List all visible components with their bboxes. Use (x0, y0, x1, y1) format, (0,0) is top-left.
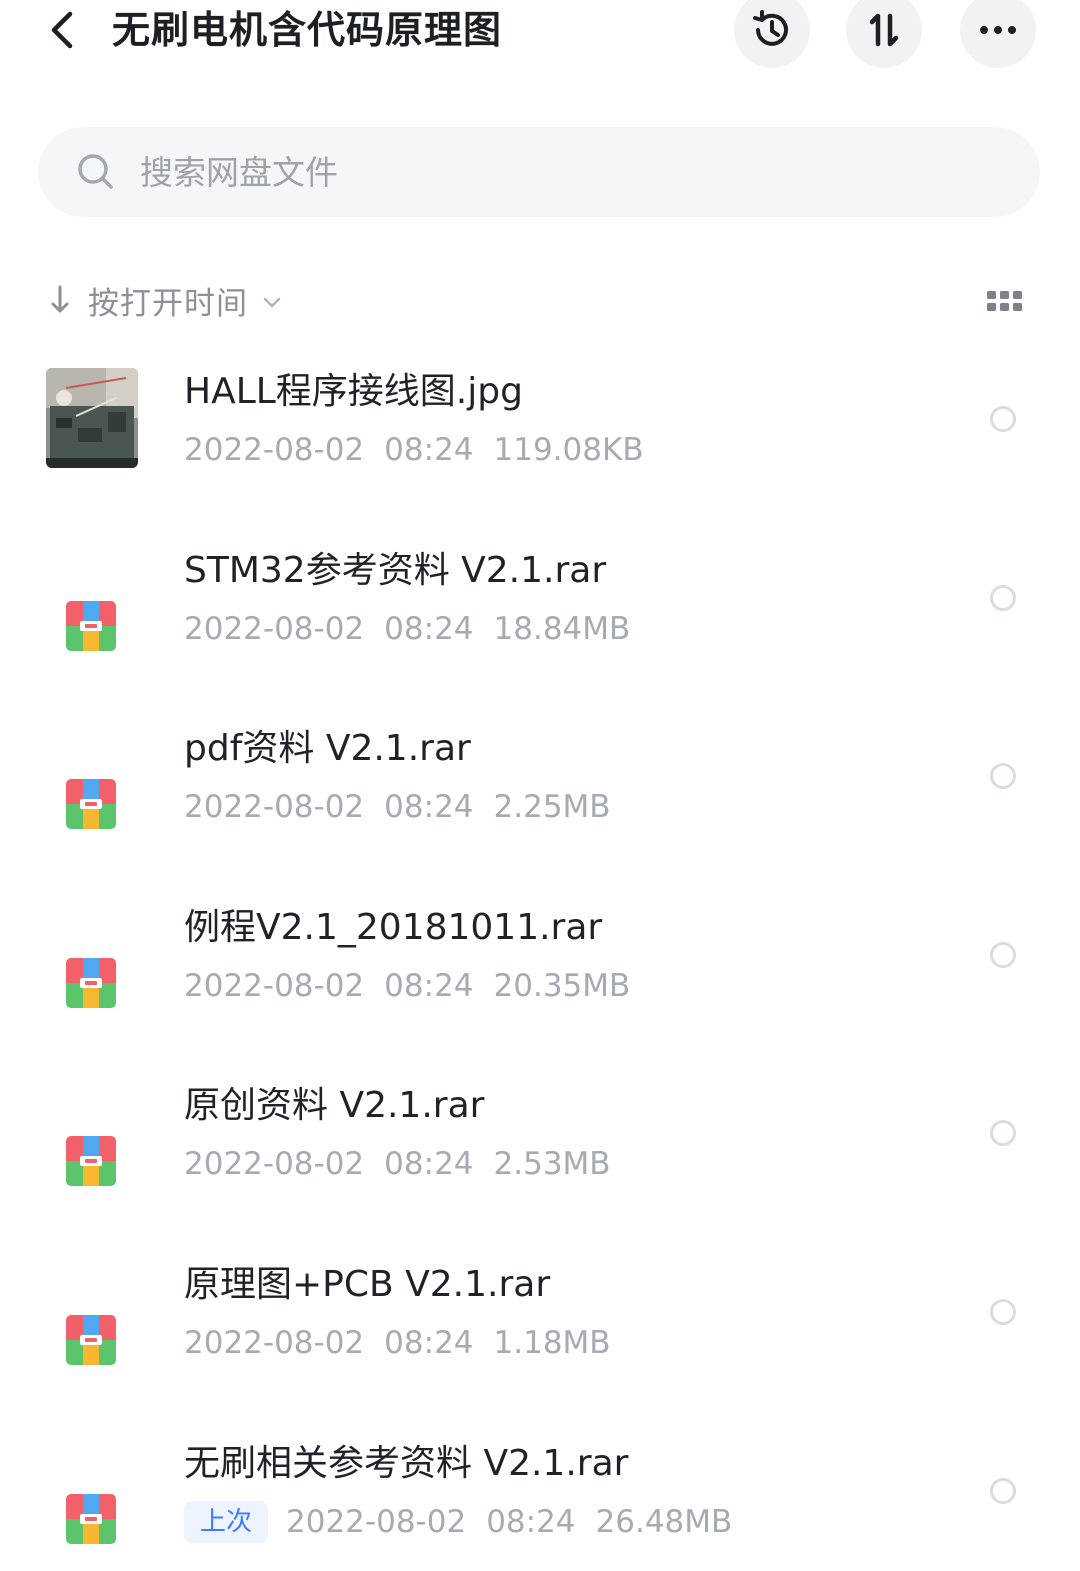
file-name: pdf资料 V2.1.rar (184, 728, 471, 769)
select-radio[interactable] (990, 763, 1016, 789)
list-item[interactable]: pdf资料 V2.1.rar 2022-08-02 08:24 2.25MB (0, 697, 1080, 875)
more-button[interactable] (960, 0, 1036, 68)
file-time: 08:24 (384, 968, 474, 1004)
file-meta: 2022-08-02 08:24 1.18MB (184, 1321, 611, 1365)
last-opened-badge: 上次 (184, 1501, 269, 1543)
file-name: 例程V2.1_20181011.rar (184, 907, 603, 948)
list-item[interactable]: 原理图+PCB V2.1.rar 2022-08-02 08:24 1.18MB (0, 1233, 1080, 1411)
file-meta: 2022-08-02 08:24 2.25MB (184, 785, 611, 829)
select-radio[interactable] (990, 585, 1016, 611)
list-item[interactable]: HALL程序接线图.jpg 2022-08-02 08:24 119.08KB (0, 340, 1080, 518)
list-item[interactable]: 原创资料 V2.1.rar 2022-08-02 08:24 2.53MB (0, 1054, 1080, 1232)
search-bar[interactable] (38, 127, 1040, 217)
file-name: 原创资料 V2.1.rar (184, 1085, 485, 1126)
chevron-left-icon (51, 11, 73, 49)
sort-selector[interactable]: 按打开时间 (48, 272, 282, 328)
history-button[interactable] (734, 0, 810, 68)
search-input[interactable] (138, 151, 942, 193)
file-time: 08:24 (384, 432, 474, 468)
file-name: 无刷相关参考资料 V2.1.rar (184, 1443, 629, 1484)
page-title: 无刷电机含代码原理图 (112, 8, 503, 52)
file-date: 2022-08-02 (184, 968, 365, 1004)
file-date: 2022-08-02 (184, 1325, 365, 1361)
back-button[interactable] (38, 4, 86, 56)
file-size: 26.48MB (595, 1504, 733, 1540)
file-time: 08:24 (384, 611, 474, 647)
file-date: 2022-08-02 (184, 611, 365, 647)
select-radio[interactable] (990, 406, 1016, 432)
list-item[interactable]: 例程V2.1_20181011.rar 2022-08-02 08:24 20.35M… (0, 876, 1080, 1054)
file-date: 2022-08-02 (286, 1504, 467, 1540)
grid-view-button[interactable] (983, 285, 1027, 319)
rar-archive-icon (66, 1315, 116, 1365)
rar-archive-icon (66, 1136, 116, 1186)
file-time: 08:24 (486, 1504, 576, 1540)
file-date: 2022-08-02 (184, 789, 365, 825)
file-name: HALL程序接线图.jpg (184, 371, 523, 412)
file-name: STM32参考资料 V2.1.rar (184, 550, 607, 591)
file-time: 08:24 (384, 789, 474, 825)
file-meta: 2022-08-02 08:24 20.35MB (184, 964, 630, 1008)
list-item[interactable]: 无刷相关参考资料 V2.1.rar 上次 2022-08-02 08:24 26.48M… (0, 1412, 1080, 1571)
file-size: 20.35MB (493, 968, 631, 1004)
select-radio[interactable] (990, 1120, 1016, 1146)
search-icon (76, 152, 116, 192)
file-time: 08:24 (384, 1146, 474, 1182)
file-size: 1.18MB (493, 1325, 611, 1361)
rar-archive-icon (66, 601, 116, 651)
file-meta: 上次 2022-08-02 08:24 26.48MB (184, 1500, 732, 1544)
file-size: 2.53MB (493, 1146, 611, 1182)
arrow-down-icon (51, 285, 69, 313)
image-thumbnail (46, 368, 138, 468)
more-dots-icon (980, 26, 1016, 34)
select-radio[interactable] (990, 1478, 1016, 1504)
file-size: 18.84MB (493, 611, 631, 647)
transfer-button[interactable] (846, 0, 922, 68)
rar-archive-icon (66, 779, 116, 829)
list-item[interactable]: STM32参考资料 V2.1.rar 2022-08-02 08:24 18.84MB (0, 519, 1080, 697)
file-size: 119.08KB (493, 432, 644, 468)
select-radio[interactable] (990, 942, 1016, 968)
file-size: 2.25MB (493, 789, 611, 825)
file-time: 08:24 (384, 1325, 474, 1361)
file-date: 2022-08-02 (184, 432, 365, 468)
file-date: 2022-08-02 (184, 1146, 365, 1182)
file-meta: 2022-08-02 08:24 119.08KB (184, 428, 644, 472)
rar-archive-icon (66, 1494, 116, 1544)
transfer-arrows-icon (869, 13, 899, 47)
sort-label: 按打开时间 (88, 285, 248, 322)
file-meta: 2022-08-02 08:24 18.84MB (184, 607, 630, 651)
file-meta: 2022-08-02 08:24 2.53MB (184, 1142, 611, 1186)
select-radio[interactable] (990, 1299, 1016, 1325)
rar-archive-icon (66, 958, 116, 1008)
history-clock-icon (753, 10, 788, 46)
top-bar: 无刷电机含代码原理图 (0, 0, 1080, 70)
chevron-down-icon (263, 297, 281, 308)
file-name: 原理图+PCB V2.1.rar (184, 1264, 551, 1305)
file-list-screen: 无刷电机含代码原理图 搜索网盘文件 按打开时间 HALL程序接线图.jpg 20… (0, 0, 1080, 1571)
grid-view-icon (987, 291, 1022, 311)
